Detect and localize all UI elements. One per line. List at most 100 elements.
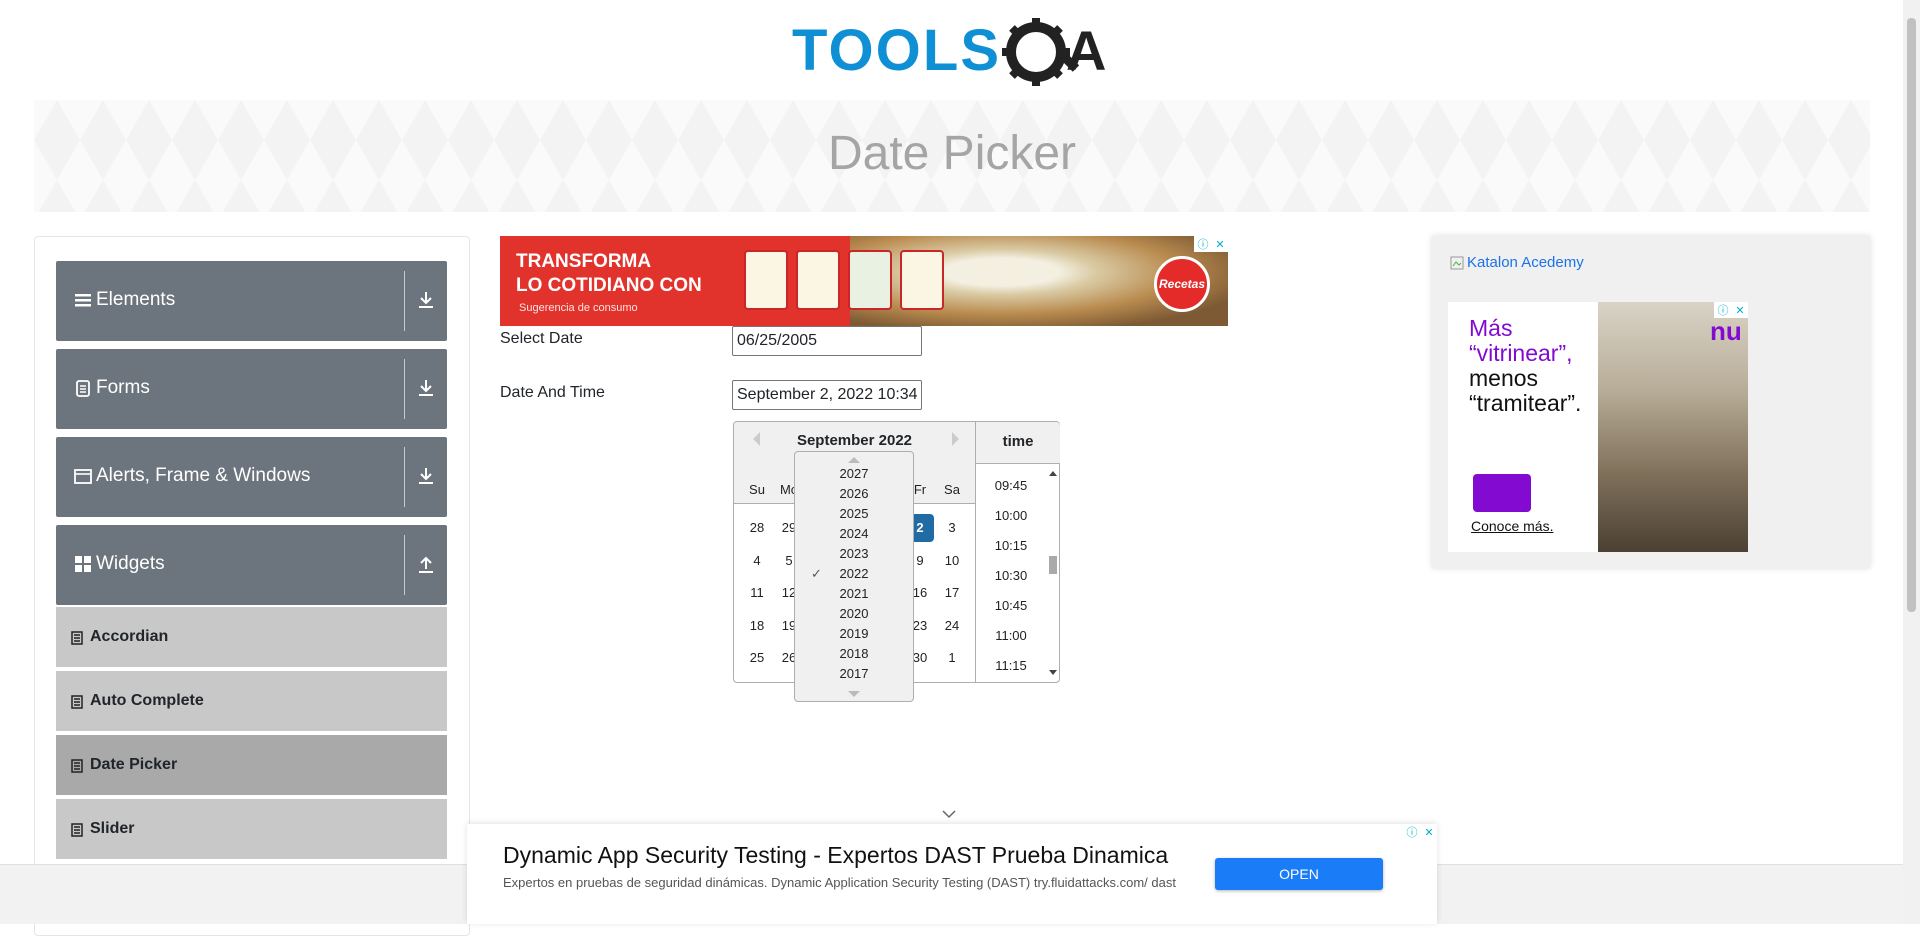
sidebar-item-label: Date Picker [90, 756, 178, 773]
year-dropdown[interactable]: 2027 2026 2025 2024 2023 2022 ✓ 2021 202… [794, 451, 914, 702]
scrollbar-thumb[interactable] [1907, 18, 1916, 612]
product-pack-image [796, 250, 840, 310]
nubank-ad[interactable]: Más “vitrinear”, menos “tramitear”. nu C… [1448, 302, 1748, 552]
day-cell[interactable]: 25 [743, 644, 771, 672]
ad-choices[interactable]: ⓘ ✕ [1714, 302, 1748, 318]
day-cell[interactable]: 28 [743, 514, 771, 542]
year-option[interactable]: 2019 [795, 624, 913, 644]
sidebar-group-forms[interactable]: Forms [56, 349, 447, 429]
nu-ad-cta[interactable]: Conoce más. [1471, 518, 1553, 534]
sidebar-item-slider[interactable]: Slider [56, 799, 447, 861]
time-column: time 09:45 10:00 10:15 10:30 10:45 11:00… [975, 422, 1060, 682]
katalon-ad-link[interactable]: Katalon Acedemy [1450, 254, 1584, 271]
sidebar-group-label: Widgets [96, 553, 165, 574]
day-cell[interactable]: 4 [743, 547, 771, 575]
year-option[interactable]: 2017 [795, 664, 913, 684]
chevron-down-icon[interactable] [941, 808, 957, 820]
sidebar-group-label: Forms [96, 377, 150, 398]
time-option[interactable]: 10:00 [976, 508, 1046, 523]
ad-headline-line2: LO COTIDIANO CON [516, 275, 702, 296]
ad-close-icon[interactable]: ✕ [1735, 304, 1744, 317]
bottom-ad-title[interactable]: Dynamic App Security Testing - Expertos … [503, 842, 1168, 869]
ad-info-icon[interactable]: ⓘ [1197, 236, 1208, 252]
right-ad[interactable]: Katalon Acedemy Más “vitrinear”, menos “… [1432, 236, 1870, 568]
weekday-su: Su [749, 482, 765, 497]
year-option[interactable]: 2020 [795, 604, 913, 624]
date-time-input[interactable]: September 2, 2022 10:34 AM [732, 380, 922, 410]
ad-info-icon[interactable]: ⓘ [1406, 824, 1417, 840]
page-scrollbar[interactable] [1903, 0, 1920, 924]
year-scroll-down-icon[interactable] [847, 690, 861, 698]
year-option[interactable]: 2018 [795, 644, 913, 664]
bottom-ad-description: Expertos en pruebas de seguridad dinámic… [503, 875, 1176, 890]
sidebar-item-date-picker[interactable]: Date Picker [56, 735, 447, 797]
nu-ad-line2: “vitrinear”, [1469, 340, 1573, 366]
time-option[interactable]: 10:15 [976, 538, 1046, 553]
sidebar-group-label: Elements [96, 289, 176, 310]
top-ad-banner[interactable]: TRANSFORMA LO COTIDIANO CON Sugerencia d… [500, 236, 1228, 326]
download-arrow-icon[interactable] [415, 289, 437, 311]
select-date-input[interactable]: 06/25/2005 [732, 326, 922, 356]
year-option[interactable]: 2024 [795, 524, 913, 544]
ad-brand-badge: Recetas [1154, 256, 1210, 312]
time-option[interactable]: 11:00 [976, 628, 1046, 643]
page-banner: Date Picker [34, 100, 1870, 212]
sidebar-group-alerts[interactable]: Alerts, Frame & Windows [56, 437, 447, 517]
day-cell[interactable]: 24 [938, 612, 966, 640]
nu-ad-line3: menos [1469, 365, 1539, 391]
widgets-icon [75, 556, 91, 572]
nu-ad-headline: Más “vitrinear”, menos “tramitear”. [1469, 316, 1581, 416]
download-arrow-icon[interactable] [415, 465, 437, 487]
sidebar-item-accordian[interactable]: Accordian [56, 607, 447, 669]
current-month-label: September 2022 [796, 432, 913, 449]
day-cell[interactable]: 1 [938, 644, 966, 672]
year-option[interactable]: 2026 [795, 484, 913, 504]
day-cell[interactable]: 10 [938, 547, 966, 575]
open-button[interactable]: OPEN [1215, 858, 1383, 890]
product-pack-image [848, 250, 892, 310]
year-option[interactable]: 2023 [795, 544, 913, 564]
divider [404, 535, 405, 595]
item-icon [71, 695, 83, 709]
sidebar-group-label: Alerts, Frame & Windows [96, 465, 311, 486]
next-month-icon[interactable] [952, 432, 966, 446]
time-option[interactable]: 11:15 [976, 658, 1046, 673]
toolsqa-logo[interactable]: TOOLS A [790, 14, 1116, 90]
time-scrollbar[interactable] [1048, 468, 1058, 678]
day-cell[interactable]: 3 [938, 514, 966, 542]
bottom-ad[interactable]: Dynamic App Security Testing - Expertos … [467, 824, 1437, 924]
time-option[interactable]: 10:30 [976, 568, 1046, 583]
year-option[interactable]: 2027 [795, 464, 913, 484]
form-icon [76, 380, 90, 397]
day-cell[interactable]: 11 [743, 579, 771, 607]
nu-card-image [1473, 474, 1531, 512]
ad-close-icon[interactable]: ✕ [1215, 238, 1224, 251]
ad-choices[interactable]: ⓘ ✕ [1403, 824, 1437, 840]
sidebar-item-label: Slider [90, 820, 135, 837]
sidebar-item-label: Auto Complete [90, 692, 204, 709]
day-cell[interactable]: 18 [743, 612, 771, 640]
sidebar-group-widgets[interactable]: Widgets [56, 525, 447, 605]
ad-close-icon[interactable]: ✕ [1424, 826, 1433, 839]
year-option[interactable]: 2025 [795, 504, 913, 524]
ad-choices[interactable]: ⓘ ✕ [1194, 236, 1228, 252]
year-option[interactable]: 2021 [795, 584, 913, 604]
time-option[interactable]: 10:45 [976, 598, 1046, 613]
year-scroll-up-icon[interactable] [847, 456, 861, 464]
time-option[interactable]: 09:45 [976, 478, 1046, 493]
svg-text:TOOLS: TOOLS [792, 18, 997, 83]
logo-graphic: TOOLS A [792, 18, 1106, 86]
broken-image-icon [1450, 256, 1464, 269]
divider [404, 447, 405, 507]
sidebar-item-auto-complete[interactable]: Auto Complete [56, 671, 447, 733]
ad-headline: TRANSFORMA LO COTIDIANO CON [516, 250, 702, 298]
divider [404, 271, 405, 331]
upload-arrow-icon[interactable] [415, 553, 437, 575]
sidebar-item-label: Accordian [90, 628, 169, 645]
ad-info-icon[interactable]: ⓘ [1717, 302, 1728, 318]
download-arrow-icon[interactable] [415, 377, 437, 399]
date-time-label: Date And Time [500, 384, 605, 401]
sidebar-group-elements[interactable]: Elements [56, 261, 447, 341]
weekday-sa: Sa [944, 482, 960, 497]
day-cell[interactable]: 17 [938, 579, 966, 607]
